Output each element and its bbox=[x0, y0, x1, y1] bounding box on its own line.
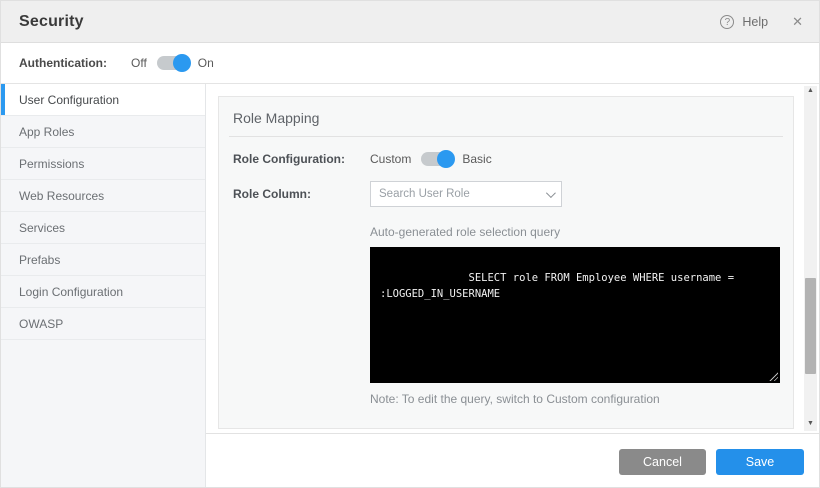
sidebar-item-services[interactable]: Services bbox=[1, 212, 205, 244]
sidebar-item-owasp[interactable]: OWASP bbox=[1, 308, 205, 340]
chevron-down-icon[interactable] bbox=[546, 188, 556, 198]
authentication-bar: Authentication: Off On bbox=[1, 43, 819, 84]
query-block: Auto-generated role selection query SELE… bbox=[370, 225, 780, 406]
save-button[interactable]: Save bbox=[716, 449, 804, 475]
sidebar-item-label: Login Configuration bbox=[19, 285, 123, 299]
role-selection-query-textarea[interactable]: SELECT role FROM Employee WHERE username… bbox=[370, 247, 780, 383]
sidebar-item-label: Permissions bbox=[19, 157, 84, 171]
auth-off-label: Off bbox=[131, 56, 147, 70]
role-configuration-toggle[interactable] bbox=[421, 152, 452, 166]
dialog-body: User Configuration App Roles Permissions… bbox=[1, 84, 819, 488]
sidebar-item-label: User Configuration bbox=[19, 93, 119, 107]
query-sql-text: SELECT role FROM Employee WHERE username… bbox=[380, 272, 740, 300]
sidebar-item-label: Services bbox=[19, 221, 65, 235]
resize-handle-icon[interactable] bbox=[768, 371, 778, 381]
scroll-down-icon[interactable]: ▼ bbox=[807, 419, 814, 431]
security-dialog: Security ? Help ✕ Authentication: Off On… bbox=[0, 0, 820, 488]
query-note: Note: To edit the query, switch to Custo… bbox=[370, 392, 780, 406]
toggle-knob[interactable] bbox=[173, 54, 191, 72]
sidebar-item-label: Prefabs bbox=[19, 253, 60, 267]
role-column-search-input[interactable] bbox=[379, 188, 546, 200]
basic-label: Basic bbox=[462, 152, 491, 166]
content-column: Role Mapping Role Configuration: Custom … bbox=[206, 84, 819, 488]
authentication-toggle[interactable] bbox=[157, 56, 188, 70]
authentication-label: Authentication: bbox=[19, 56, 107, 70]
help-link[interactable]: Help bbox=[742, 15, 768, 29]
dialog-footer: Cancel Save bbox=[206, 433, 819, 488]
sidebar-item-app-roles[interactable]: App Roles bbox=[1, 116, 205, 148]
dialog-header: Security ? Help ✕ bbox=[1, 1, 819, 43]
cancel-button[interactable]: Cancel bbox=[619, 449, 706, 475]
page-title: Security bbox=[19, 13, 84, 31]
role-configuration-label: Role Configuration: bbox=[233, 152, 370, 166]
header-actions: ? Help ✕ bbox=[720, 12, 807, 32]
sidebar-item-prefabs[interactable]: Prefabs bbox=[1, 244, 205, 276]
sidebar-item-user-configuration[interactable]: User Configuration bbox=[1, 84, 205, 116]
main-content: Role Mapping Role Configuration: Custom … bbox=[206, 84, 819, 433]
role-configuration-toggle-group: Custom Basic bbox=[370, 152, 492, 166]
query-label: Auto-generated role selection query bbox=[370, 225, 780, 239]
role-configuration-row: Role Configuration: Custom Basic bbox=[233, 152, 793, 166]
role-column-select[interactable] bbox=[370, 181, 562, 207]
scrollbar-thumb[interactable] bbox=[805, 278, 816, 374]
sidebar-item-label: OWASP bbox=[19, 317, 63, 331]
sidebar-item-login-configuration[interactable]: Login Configuration bbox=[1, 276, 205, 308]
scroll-up-icon[interactable]: ▲ bbox=[807, 86, 814, 98]
custom-label: Custom bbox=[370, 152, 411, 166]
close-icon[interactable]: ✕ bbox=[788, 12, 807, 32]
toggle-knob[interactable] bbox=[437, 150, 455, 168]
sidebar-item-web-resources[interactable]: Web Resources bbox=[1, 180, 205, 212]
sidebar-item-permissions[interactable]: Permissions bbox=[1, 148, 205, 180]
help-icon[interactable]: ? bbox=[720, 15, 734, 29]
panel-title: Role Mapping bbox=[219, 97, 793, 136]
vertical-scrollbar[interactable]: ▲ ▼ bbox=[804, 86, 817, 431]
sidebar: User Configuration App Roles Permissions… bbox=[1, 84, 206, 488]
role-column-row: Role Column: bbox=[233, 181, 793, 207]
sidebar-item-label: Web Resources bbox=[19, 189, 104, 203]
auth-on-label: On bbox=[198, 56, 214, 70]
panel-divider bbox=[229, 136, 783, 137]
role-mapping-panel: Role Mapping Role Configuration: Custom … bbox=[218, 96, 794, 429]
sidebar-item-label: App Roles bbox=[19, 125, 74, 139]
role-column-label: Role Column: bbox=[233, 187, 370, 201]
